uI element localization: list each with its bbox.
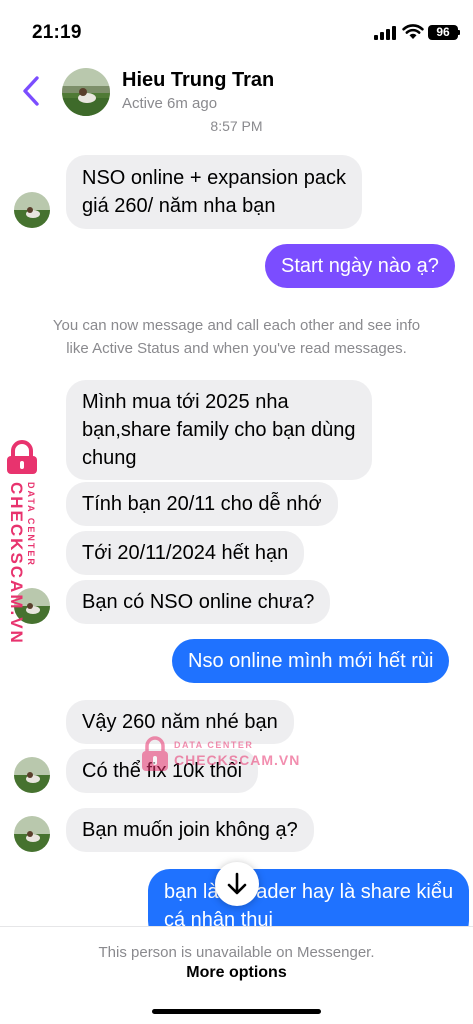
back-chevron-icon[interactable] xyxy=(18,74,44,108)
status-bar: 21:19 96 xyxy=(0,0,473,54)
message-line: Nso online mình mới hết rùi xyxy=(188,650,434,672)
contact-avatar[interactable] xyxy=(14,816,50,852)
message-bubble-incoming[interactable]: Mình mua tới 2025 nha bạn,share family c… xyxy=(66,380,372,480)
contact-avatar[interactable] xyxy=(14,757,50,793)
message-bubble-incoming[interactable]: Bạn muốn join không ạ? xyxy=(66,808,314,852)
unavailable-notice: This person is unavailable on Messenger. xyxy=(98,944,375,961)
watermark-text-small: DATA CENTER xyxy=(174,740,254,750)
status-time: 21:19 xyxy=(32,22,82,43)
message-bubble-incoming[interactable]: NSO online + expansion pack giá 260/ năm… xyxy=(66,155,363,229)
message-line: giá 260/ năm nha bạn xyxy=(82,195,276,217)
message-line: bạn làm leader hay là share kiểu xyxy=(164,881,454,903)
message-line: Mình mua tới 2025 nha xyxy=(82,391,289,413)
message-bubble-outgoing[interactable]: Nso online mình mới hết rùi xyxy=(172,639,450,683)
watermark-center: DATA CENTER CHECKSCAM.VN xyxy=(140,734,300,776)
more-options-button[interactable]: More options xyxy=(0,964,473,982)
lock-icon xyxy=(142,736,168,771)
watermark-text-large: CHECKSCAM.VN xyxy=(7,482,26,645)
watermark-text-large: CHECKSCAM.VN xyxy=(174,752,301,768)
composer-footer: This person is unavailable on Messenger.… xyxy=(0,926,473,1024)
message-bubble-incoming[interactable]: Tới 20/11/2024 hết hạn xyxy=(66,531,305,575)
signal-icon xyxy=(374,26,396,40)
watermark-vertical: DATA CENTER CHECKSCAM.VN xyxy=(4,440,56,645)
active-status: Active 6m ago xyxy=(122,95,218,112)
message-line: NSO online + expansion pack xyxy=(82,167,347,189)
arrow-down-icon xyxy=(227,872,247,895)
home-indicator[interactable] xyxy=(152,1009,321,1014)
avatar[interactable] xyxy=(62,68,110,116)
message-line: Bạn muốn join không ạ? xyxy=(82,819,298,841)
battery-tip xyxy=(458,30,460,35)
battery-icon: 96 xyxy=(428,25,458,40)
message-line: Vậy 260 năm nhé bạn xyxy=(82,711,278,733)
message-line: Tới 20/11/2024 hết hạn xyxy=(82,542,289,564)
message-line: chung xyxy=(82,447,137,469)
wifi-icon xyxy=(402,24,424,39)
message-line: Bạn có NSO online chưa? xyxy=(82,591,315,613)
message-line: Start ngày nào ạ? xyxy=(281,255,439,277)
lock-icon xyxy=(7,440,37,474)
watermark-text-small: DATA CENTER xyxy=(26,482,36,567)
message-bubble-incoming[interactable]: Bạn có NSO online chưa? xyxy=(66,580,331,624)
scroll-to-bottom-button[interactable] xyxy=(215,862,259,906)
contact-name[interactable]: Hieu Trung Tran xyxy=(122,69,274,92)
info-notice-line: You can now message and call each other … xyxy=(52,317,421,334)
info-notice: You can now message and call each other … xyxy=(14,314,459,360)
contact-avatar[interactable] xyxy=(14,192,50,228)
message-bubble-outgoing[interactable]: Start ngày nào ạ? xyxy=(265,244,455,288)
message-line: bạn,share family cho bạn dùng xyxy=(82,419,356,441)
message-bubble-incoming[interactable]: Tính bạn 20/11 cho dễ nhớ xyxy=(66,482,338,526)
info-notice-line: like Active Status and when you've read … xyxy=(66,340,407,357)
message-timestamp: 8:57 PM xyxy=(210,118,263,134)
message-line: Tính bạn 20/11 cho dễ nhớ xyxy=(82,493,322,515)
